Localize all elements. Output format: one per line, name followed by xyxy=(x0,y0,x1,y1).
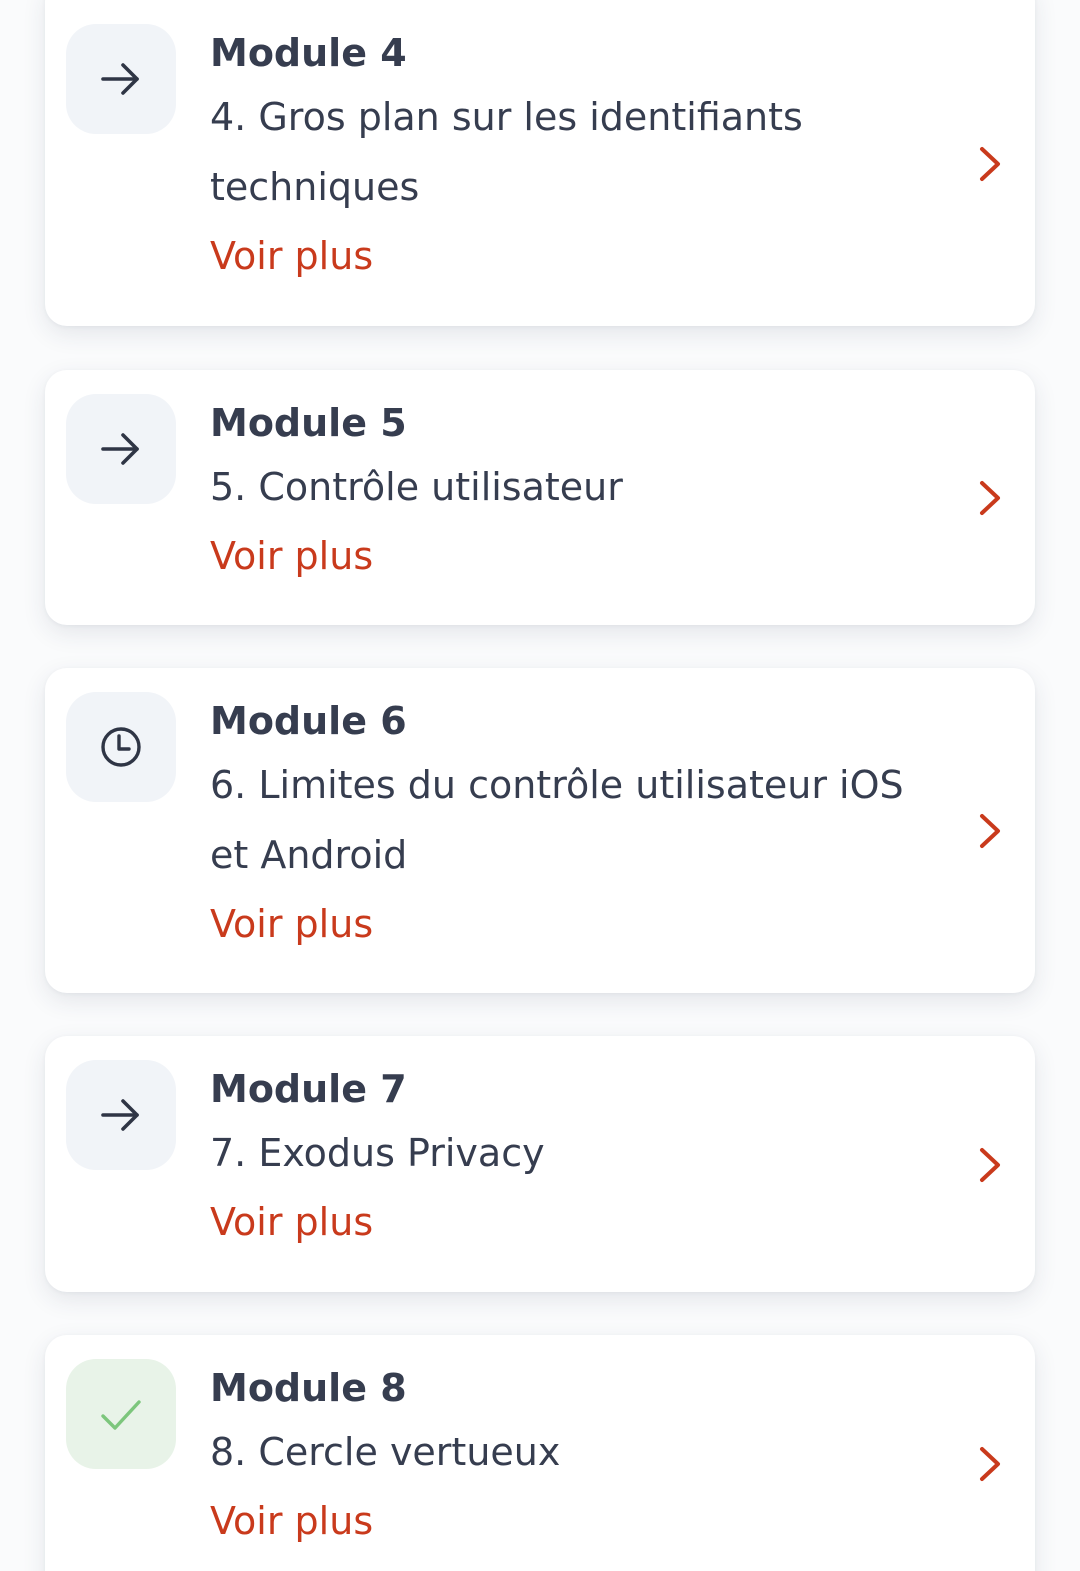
arrow-right-icon xyxy=(99,57,143,101)
module-status-badge xyxy=(66,394,176,504)
module-card-7[interactable]: Module 7 7. Exodus Privacy Voir plus xyxy=(45,1036,1035,1292)
module-title: Module 5 xyxy=(210,401,407,445)
voir-plus-link[interactable]: Voir plus xyxy=(210,522,930,590)
voir-plus-link[interactable]: Voir plus xyxy=(210,890,930,958)
arrow-right-icon xyxy=(99,427,143,471)
module-title: Module 4 xyxy=(210,31,407,75)
module-description: 7. Exodus Privacy xyxy=(210,1131,545,1175)
chevron-right-icon[interactable] xyxy=(975,478,1005,518)
chevron-right-icon[interactable] xyxy=(975,144,1005,184)
voir-plus-link[interactable]: Voir plus xyxy=(210,222,930,290)
module-description: 5. Contrôle utilisateur xyxy=(210,465,623,509)
module-title: Module 6 xyxy=(210,699,407,743)
check-icon xyxy=(99,1392,143,1436)
voir-plus-link[interactable]: Voir plus xyxy=(210,1188,930,1256)
module-title: Module 7 xyxy=(210,1067,407,1111)
voir-plus-link[interactable]: Voir plus xyxy=(210,1487,930,1555)
module-description: 8. Cercle vertueux xyxy=(210,1430,561,1474)
module-description: 6. Limites du contrôle utilisateur iOS e… xyxy=(210,763,904,877)
module-description: 4. Gros plan sur les identifiants techni… xyxy=(210,95,803,209)
module-card-8[interactable]: Module 8 8. Cercle vertueux Voir plus xyxy=(45,1335,1035,1571)
module-status-badge xyxy=(66,24,176,134)
clock-icon xyxy=(99,725,143,769)
arrow-right-icon xyxy=(99,1093,143,1137)
chevron-right-icon[interactable] xyxy=(975,1145,1005,1185)
module-title: Module 8 xyxy=(210,1366,407,1410)
module-status-badge xyxy=(66,1359,176,1469)
chevron-right-icon[interactable] xyxy=(975,811,1005,851)
module-list: Module 4 4. Gros plan sur les identifian… xyxy=(0,0,1080,1571)
chevron-right-icon[interactable] xyxy=(975,1444,1005,1484)
module-card-6[interactable]: Module 6 6. Limites du contrôle utilisat… xyxy=(45,668,1035,993)
module-status-badge xyxy=(66,692,176,802)
module-card-5[interactable]: Module 5 5. Contrôle utilisateur Voir pl… xyxy=(45,370,1035,625)
module-status-badge xyxy=(66,1060,176,1170)
module-card-4[interactable]: Module 4 4. Gros plan sur les identifian… xyxy=(45,0,1035,326)
